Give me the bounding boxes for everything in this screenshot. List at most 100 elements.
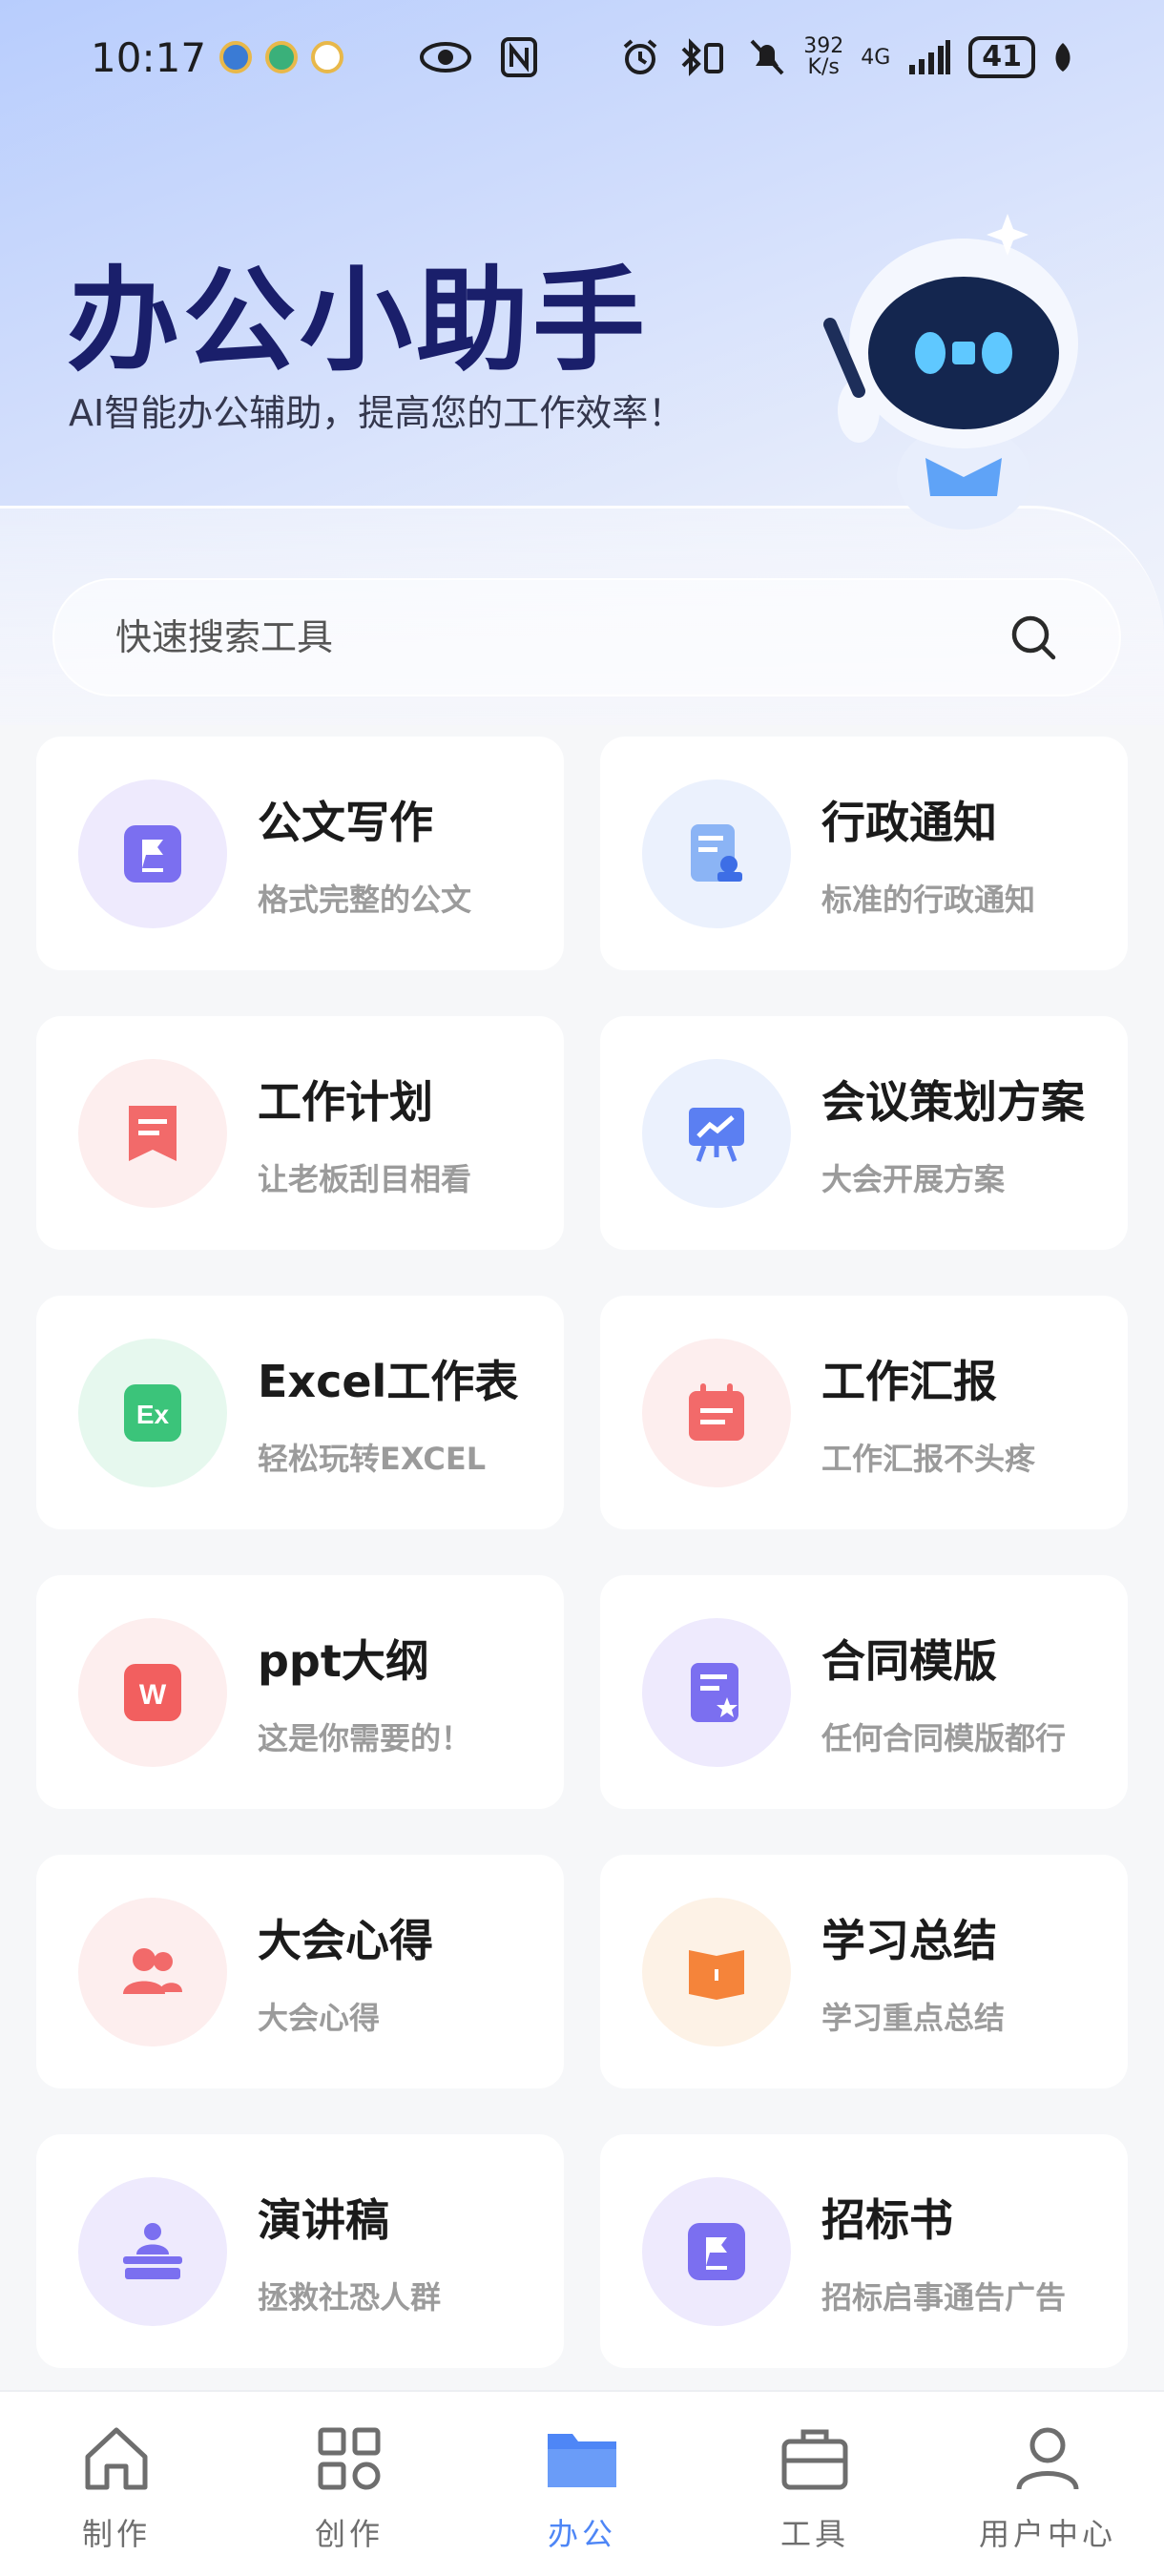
tool-description: 招标启事通告广告 xyxy=(821,2278,1067,2316)
tool-title: 公文写作 xyxy=(258,796,433,848)
mute-bell-icon xyxy=(750,39,784,75)
status-time: 10:17 xyxy=(91,33,207,81)
calendar-report-icon xyxy=(689,1382,744,1441)
svg-text:Ex: Ex xyxy=(136,1400,170,1429)
bookmark-plan-icon xyxy=(129,1105,177,1161)
tool-grid: 公文写作 格式完整的公文 行政通知 标准的行政通知 工作计划 让老板刮目相看 会… xyxy=(36,737,1128,2368)
search-icon[interactable] xyxy=(1008,613,1058,662)
bluetooth-vibrate-icon xyxy=(681,38,724,76)
icon-background xyxy=(642,1897,791,2046)
page-title: 办公小助手 xyxy=(67,255,650,386)
signal-icon xyxy=(909,40,951,74)
tool-title: 学习总结 xyxy=(821,1914,997,1966)
tool-card-ppt-outline[interactable]: W ppt大纲 这是你需要的！ xyxy=(36,1575,564,1809)
leaf-icon xyxy=(1055,43,1070,72)
grid-icon xyxy=(318,2427,381,2490)
icon-background: W xyxy=(78,1617,227,1767)
page-subtitle: AI智能办公辅助，提高您的工作效率！ xyxy=(69,392,685,434)
svg-text:W: W xyxy=(139,1679,167,1711)
tool-title: 工作汇报 xyxy=(821,1355,997,1407)
status-bar: 10:17 392 K/s 4G 41 xyxy=(0,0,1164,114)
tool-description: 大会开展方案 xyxy=(821,1160,1006,1197)
icon-background xyxy=(642,779,791,928)
tool-description: 拯救社恐人群 xyxy=(258,2278,442,2316)
search-bar[interactable] xyxy=(52,578,1121,696)
nav-item-tools[interactable]: 工具 xyxy=(698,2392,931,2576)
tool-title: 招标书 xyxy=(821,2193,953,2246)
nav-item-make[interactable]: 制作 xyxy=(0,2392,233,2576)
network-speed: 392 K/s xyxy=(803,34,844,79)
excel-icon: Ex xyxy=(124,1383,181,1442)
tool-description: 大会心得 xyxy=(258,1999,381,2036)
eye-icon xyxy=(420,42,472,73)
notification-app-icon xyxy=(219,41,253,73)
tool-card-conference-insights[interactable]: 大会心得 大会心得 xyxy=(36,1855,564,2088)
search-input[interactable] xyxy=(115,616,1008,658)
tool-title: Excel工作表 xyxy=(258,1355,519,1407)
tool-card-excel[interactable]: Ex Excel工作表 轻松玩转EXCEL xyxy=(36,1296,564,1529)
alarm-icon xyxy=(623,39,657,74)
tool-card-speech-draft[interactable]: 演讲稿 拯救社恐人群 xyxy=(36,2134,564,2368)
people-group-icon xyxy=(123,1947,182,1994)
nav-item-create[interactable]: 创作 xyxy=(233,2392,466,2576)
nav-label: 创作 xyxy=(314,2516,384,2552)
nav-label: 工具 xyxy=(779,2516,849,2552)
open-book-icon xyxy=(689,1949,744,2000)
notification-app-icon xyxy=(265,41,299,73)
tool-description: 标准的行政通知 xyxy=(821,881,1036,918)
nav-item-user-center[interactable]: 用户中心 xyxy=(931,2392,1164,2576)
tool-description: 这是你需要的！ xyxy=(258,1719,472,1756)
tool-description: 任何合同模版都行 xyxy=(821,1719,1067,1756)
nav-item-office[interactable]: 办公 xyxy=(466,2392,698,2576)
icon-background xyxy=(78,1058,227,1208)
tool-card-administrative-notice[interactable]: 行政通知 标准的行政通知 xyxy=(600,737,1128,970)
tool-description: 工作汇报不头疼 xyxy=(821,1440,1036,1477)
notice-document-icon xyxy=(691,823,742,882)
icon-background: Ex xyxy=(78,1338,227,1487)
flag-document-icon xyxy=(124,824,181,883)
robot-mascot-icon xyxy=(823,214,1078,530)
tool-card-meeting-plan[interactable]: 会议策划方案 大会开展方案 xyxy=(600,1016,1128,1250)
network-type: 4G xyxy=(861,45,891,70)
icon-background xyxy=(642,1617,791,1767)
nav-label: 办公 xyxy=(547,2516,616,2552)
icon-background xyxy=(642,1338,791,1487)
tool-card-contract-template[interactable]: 合同模版 任何合同模版都行 xyxy=(600,1575,1128,1809)
tool-title: 工作计划 xyxy=(258,1075,433,1128)
bottom-navigation: 制作 创作 办公 工具 用户中心 xyxy=(0,2390,1164,2576)
user-icon xyxy=(1016,2427,1079,2490)
nfc-icon xyxy=(501,37,538,77)
tool-description: 学习重点总结 xyxy=(821,1999,1006,2036)
presentation-board-icon xyxy=(689,1107,744,1162)
icon-background xyxy=(78,779,227,928)
tool-card-study-summary[interactable]: 学习总结 学习重点总结 xyxy=(600,1855,1128,2088)
nav-label: 用户中心 xyxy=(978,2516,1116,2552)
tool-description: 让老板刮目相看 xyxy=(258,1160,472,1197)
tool-title: 行政通知 xyxy=(821,796,997,848)
icon-background xyxy=(78,1897,227,2046)
tool-card-work-plan[interactable]: 工作计划 让老板刮目相看 xyxy=(36,1016,564,1250)
notification-app-icon xyxy=(311,41,344,73)
home-icon xyxy=(85,2427,148,2490)
tool-description: 轻松玩转EXCEL xyxy=(258,1440,487,1477)
tool-title: 会议策划方案 xyxy=(821,1075,1085,1128)
flag-document-icon xyxy=(688,2222,745,2280)
folder-icon xyxy=(548,2434,616,2487)
icon-background xyxy=(642,1058,791,1208)
tool-description: 格式完整的公文 xyxy=(258,881,472,918)
icon-background xyxy=(78,2176,227,2326)
tool-card-official-document[interactable]: 公文写作 格式完整的公文 xyxy=(36,737,564,970)
speaker-podium-icon xyxy=(123,2222,182,2279)
icon-background xyxy=(642,2176,791,2326)
tool-title: 大会心得 xyxy=(258,1914,433,1966)
tool-card-tender-document[interactable]: 招标书 招标启事通告广告 xyxy=(600,2134,1128,2368)
briefcase-icon xyxy=(781,2429,848,2490)
tool-card-work-report[interactable]: 工作汇报 工作汇报不头疼 xyxy=(600,1296,1128,1529)
tool-title: ppt大纲 xyxy=(258,1634,429,1687)
tool-title: 合同模版 xyxy=(821,1634,997,1687)
tool-title: 演讲稿 xyxy=(258,2193,389,2246)
battery-indicator: 41 xyxy=(968,36,1035,78)
nav-label: 制作 xyxy=(81,2516,151,2552)
contract-star-icon xyxy=(691,1662,738,1722)
word-w-icon: W xyxy=(124,1663,181,1721)
